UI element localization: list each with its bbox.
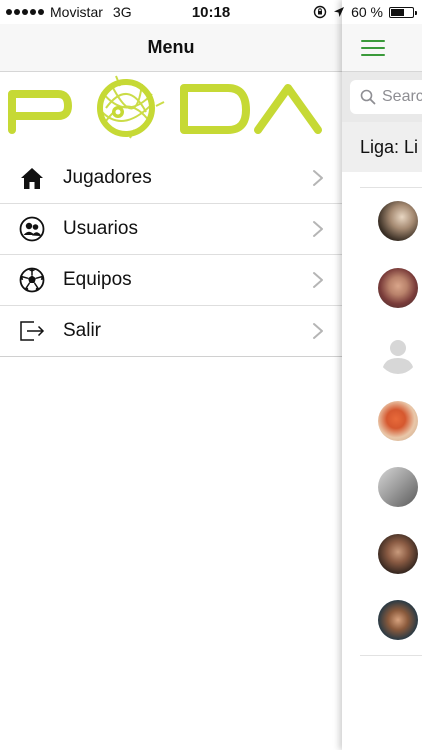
player-avatar[interactable] (378, 201, 418, 241)
chevron-right-icon (313, 170, 323, 186)
liga-header: Liga: Li (342, 122, 422, 172)
menu-item-jugadores[interactable]: Jugadores (0, 153, 342, 204)
carrier-info: Movistar 3G (6, 4, 132, 20)
player-avatar[interactable] (378, 400, 418, 441)
menu-drawer: Menu Jugadores Usuarios Equipos Salir (0, 0, 342, 750)
soccer-ball-icon (18, 266, 46, 294)
menu-list: Jugadores Usuarios Equipos Salir (0, 153, 342, 357)
chevron-right-icon (313, 272, 323, 288)
battery-percent: 60 % (351, 4, 383, 20)
status-right: 60 % (313, 4, 417, 20)
chevron-right-icon (313, 221, 323, 237)
battery-icon (389, 6, 417, 18)
drawer-title: Menu (147, 37, 195, 57)
drawer-header: Menu (0, 24, 342, 72)
network-type: 3G (112, 4, 132, 20)
rotation-lock-icon (313, 5, 327, 19)
menu-item-label: Equipos (63, 269, 132, 290)
menu-item-label: Usuarios (63, 218, 138, 239)
main-header (342, 24, 422, 72)
divider (360, 655, 422, 656)
player-avatar[interactable] (378, 600, 418, 640)
logout-icon (18, 317, 46, 345)
menu-item-usuarios[interactable]: Usuarios (0, 204, 342, 255)
player-avatar[interactable] (378, 467, 418, 507)
users-icon (18, 215, 46, 243)
default-avatar-icon[interactable] (378, 334, 418, 374)
signal-strength-icon (6, 9, 44, 15)
search-placeholder: Searc (382, 88, 422, 105)
player-avatar[interactable] (378, 267, 418, 308)
menu-item-salir[interactable]: Salir (0, 306, 342, 357)
chevron-right-icon (313, 323, 323, 339)
menu-item-equipos[interactable]: Equipos (0, 255, 342, 306)
menu-item-label: Jugadores (63, 167, 152, 188)
carrier-name: Movistar (50, 4, 103, 20)
status-bar: Movistar 3G 10:18 60 % (0, 0, 422, 24)
main-panel[interactable]: Searc Liga: Li (342, 0, 422, 750)
menu-item-label: Salir (63, 320, 102, 341)
hamburger-menu-icon[interactable] (361, 40, 385, 56)
search-input[interactable]: Searc (350, 80, 422, 114)
search-bar: Searc (342, 72, 422, 122)
home-icon (18, 164, 46, 192)
player-avatar[interactable] (378, 533, 418, 574)
divider (360, 187, 422, 188)
search-icon (360, 89, 376, 105)
poda-logo (8, 75, 322, 139)
location-arrow-icon (334, 7, 345, 17)
